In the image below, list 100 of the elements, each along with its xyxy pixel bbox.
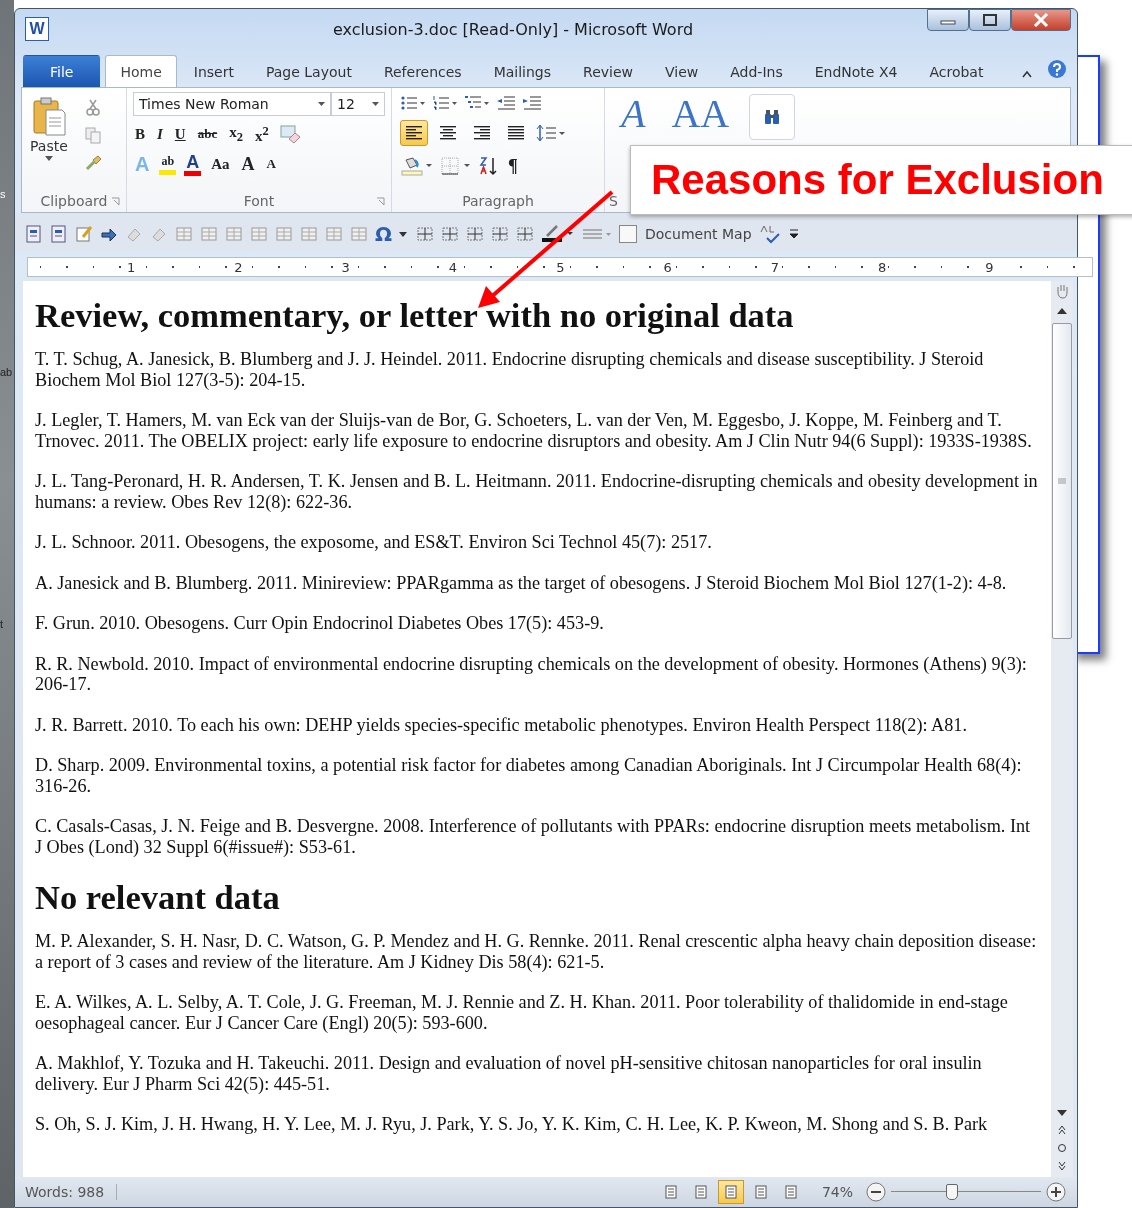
find-button[interactable] — [749, 94, 796, 140]
grip-icon — [1058, 478, 1066, 484]
form-icon[interactable] — [50, 225, 68, 243]
reference-entry: J. L. Tang-Peronard, H. R. Andersen, T. K. Jensen and B. L. Heitmann. 2011. Endocrine-disrupting chemicals and obesity development in humans: a review. Obes Rev 12(8): 622-36. — [35, 471, 1039, 512]
brush-icon[interactable] — [83, 154, 102, 172]
pen-color-icon[interactable] — [541, 224, 575, 244]
quick-styles-button[interactable]: A — [615, 94, 652, 134]
shrink-button[interactable]: A — [264, 152, 278, 176]
ribbon-tab[interactable]: Acrobat — [914, 55, 999, 87]
italic-button[interactable]: I — [155, 122, 165, 146]
zoom-out-icon[interactable] — [865, 1181, 887, 1203]
view-button[interactable] — [717, 1180, 744, 1204]
reference-entry: F. Grun. 2010. Obesogens. Curr Opin Endocrinol Diabetes Obes 17(5): 453-9. — [35, 613, 605, 634]
word-count[interactable]: Words: 988 — [25, 1184, 118, 1200]
change-styles-button[interactable]: AA — [671, 94, 730, 134]
table-icon[interactable] — [516, 225, 534, 243]
reference-entry: J. L. Schnoor. 2011. Obesogens, the exposome, and ES&T. Environ Sci Technol 45(7): 2517. — [35, 532, 713, 553]
show-formatting-marks-button[interactable]: ¶ — [506, 154, 520, 178]
page-icon — [693, 1185, 708, 1199]
scroll-up-icon[interactable] — [1056, 307, 1068, 315]
align-justify-icon — [507, 126, 525, 140]
dialog-launcher-icon[interactable] — [376, 196, 385, 206]
zoom-in-icon[interactable] — [1045, 1181, 1067, 1203]
reference-entry: M. P. Alexander, S. H. Nasr, D. C. Watson, G. P. Mendez and H. G. Rennke. 2011. Renal crescentic alpha heavy chain deposition disease: a report of 3 cases and review of the literature. Am J Kidney Dis 58(4): 621-5. — [35, 931, 1038, 972]
next-page-icon[interactable] — [1057, 1161, 1067, 1171]
dropdown-arrow-icon — [44, 156, 53, 161]
callout-text: Reasons for Exclusion — [651, 156, 1104, 204]
background-text: s — [0, 188, 6, 200]
font-size-field[interactable]: 12 — [331, 92, 385, 116]
reference-entry: D. Sharp. 2009. Environmental toxins, a potential risk factor for diabetes among Canadian Aboriginals. Int J Circumpolar Health 68(4): 316-26. — [35, 755, 1023, 796]
reference-entry: T. T. Schug, A. Janesick, B. Blumberg and J. J. Heindel. 2011. Endocrine disrupting chemicals and disease susceptibility. J Steroid Biochem Mol Biol 127(3-5): 204-15. — [35, 349, 985, 390]
line-spacing-icon[interactable] — [536, 124, 566, 142]
paste-button[interactable]: Paste — [26, 92, 72, 190]
group-label: Font — [243, 193, 275, 209]
increase-indent-icon[interactable] — [522, 94, 542, 112]
edit-icon[interactable] — [75, 225, 93, 243]
color-button[interactable]: A — [184, 152, 202, 176]
ribbon-tab[interactable]: Review — [568, 55, 648, 87]
table-icon[interactable] — [491, 225, 509, 243]
bold-button[interactable]: B — [133, 122, 147, 146]
numbering-icon[interactable] — [432, 94, 458, 112]
hand-icon[interactable] — [1054, 283, 1070, 299]
maximize-icon — [982, 14, 998, 26]
customize-toolbar-icon[interactable] — [787, 228, 800, 240]
table-icon[interactable] — [441, 225, 459, 243]
bullets-icon[interactable] — [400, 94, 426, 112]
file-tab[interactable]: File — [23, 55, 101, 87]
section-heading: Review, commentary, or letter with no original data — [35, 295, 795, 335]
maximize-button[interactable] — [969, 9, 1011, 31]
page-icon — [723, 1185, 738, 1199]
form-icon[interactable] — [25, 225, 43, 243]
case-button[interactable]: Aa — [209, 152, 232, 176]
help-icon[interactable] — [1047, 59, 1067, 79]
scroll-thumb[interactable] — [1052, 323, 1072, 639]
dialog-launcher-icon[interactable] — [111, 196, 120, 206]
ribbon-tab[interactable]: Insert — [178, 55, 249, 87]
spelling-icon[interactable] — [758, 224, 781, 244]
decrease-indent-icon[interactable] — [496, 94, 516, 112]
ribbon-tab[interactable]: Add-Ins — [715, 55, 798, 87]
scissors-icon[interactable] — [83, 98, 102, 116]
section-heading: No relevant data — [35, 877, 281, 917]
document-map-checkbox[interactable]: Document Map — [619, 225, 752, 243]
align-left-button[interactable] — [400, 120, 428, 146]
ribbon-tab[interactable]: Home — [105, 55, 177, 87]
shading-icon[interactable] — [400, 156, 434, 176]
font-family-field[interactable]: Times New Roman — [133, 92, 331, 116]
scroll-down-icon[interactable] — [1056, 1109, 1068, 1117]
minimize-button[interactable] — [927, 9, 969, 31]
clear-formatting-icon[interactable] — [278, 124, 301, 144]
ribbon-tab[interactable]: EndNote X4 — [799, 55, 913, 87]
group-label: Paragraph — [462, 193, 534, 209]
sub-button[interactable]: x$_{2}$ — [227, 122, 245, 146]
sort-icon[interactable] — [478, 156, 500, 176]
ribbon-tab[interactable]: View — [650, 55, 714, 87]
word-logo[interactable]: W — [25, 17, 49, 41]
highlight-button[interactable]: ab — [159, 153, 177, 175]
zoom-level[interactable]: 74% — [807, 1184, 861, 1200]
clipboard-icon — [31, 96, 66, 136]
table-icon[interactable] — [416, 225, 434, 243]
close-button[interactable] — [1011, 9, 1071, 31]
table-icon[interactable] — [466, 225, 484, 243]
grow-button[interactable]: A — [239, 152, 257, 176]
underline-button[interactable]: U — [172, 122, 188, 146]
ribbon-tab[interactable]: Mailings — [478, 55, 567, 87]
borders-icon[interactable] — [440, 156, 472, 176]
collapse-ribbon-icon[interactable] — [1021, 69, 1033, 79]
reference-entry: S. Oh, S. J. Kim, J. H. Hwang, H. Y. Lee, M. J. Ryu, J. Park, Y. S. Jo, Y. K. Kim, C. H. Lee, K. P. Kweon, M. Shong and S. B. Park — [35, 1114, 989, 1135]
group-label: S — [609, 193, 618, 209]
sup-button[interactable]: x$^{2}$ — [252, 122, 271, 146]
previous-page-icon[interactable] — [1057, 1125, 1067, 1135]
strike-button[interactable]: abc — [195, 122, 220, 146]
symbol-button[interactable]: Ω — [375, 222, 392, 246]
vertical-scrollbar[interactable] — [1051, 281, 1073, 1177]
browse-object-icon[interactable] — [1057, 1143, 1067, 1153]
ribbon-tab[interactable]: Page Layout — [250, 55, 367, 87]
align-left-icon — [405, 126, 423, 140]
ribbon-tab[interactable]: References — [368, 55, 477, 87]
zoom-slider[interactable] — [891, 1181, 1041, 1203]
dropdown-arrow-icon[interactable] — [399, 231, 409, 237]
reference-entry: R. R. Newbold. 2010. Impact of environmental endocrine disrupting chemicals on the development of obesity. Hormones (Athens) 9(3): 206-17. — [35, 653, 1028, 695]
